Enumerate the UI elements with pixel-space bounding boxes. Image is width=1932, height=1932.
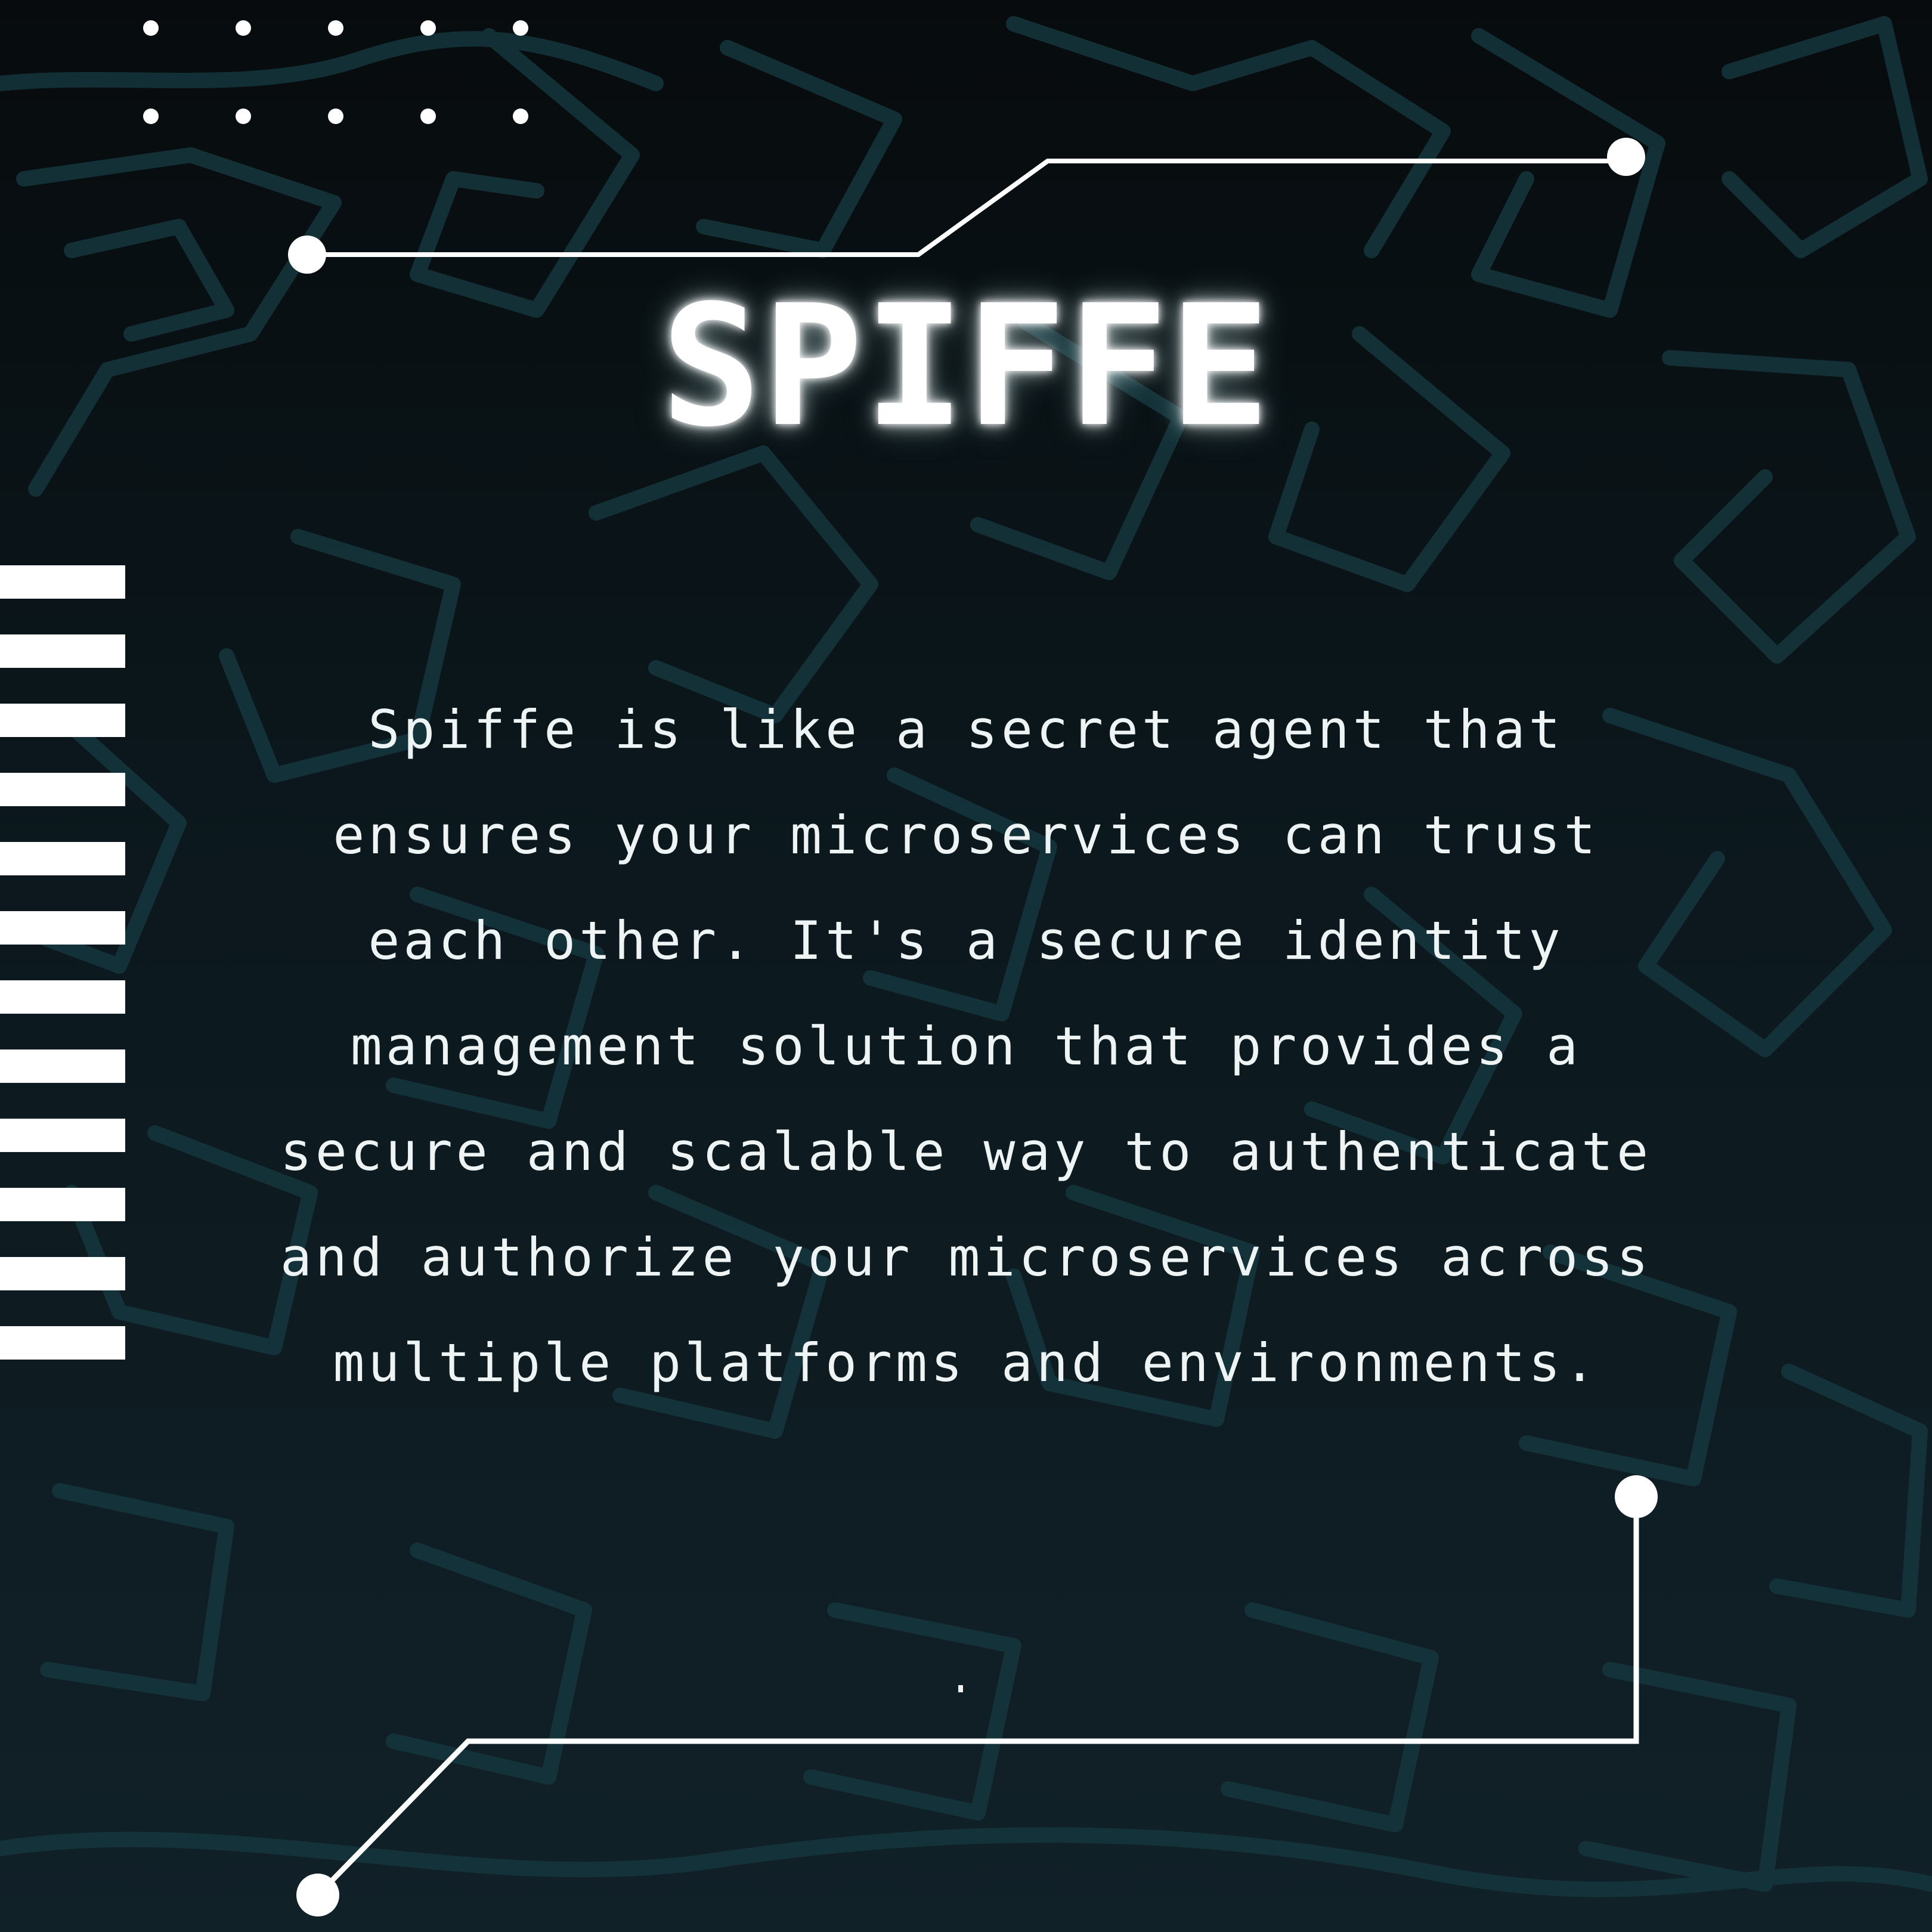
description-line: ensures your microservices can trust <box>333 804 1599 866</box>
circuit-line-bottom <box>296 1475 1658 1916</box>
description-line: secure and scalable way to authenticate <box>280 1121 1652 1182</box>
description-line: each other. It's a secure identity <box>368 910 1564 971</box>
page-title: SPIFFE <box>661 270 1271 464</box>
stray-dot-mark <box>958 1685 963 1692</box>
description-line: and authorize your microservices across <box>280 1227 1652 1288</box>
description-text: Spiffe is like a secret agent that ensur… <box>0 677 1932 1416</box>
description-line: multiple platforms and environments. <box>333 1332 1599 1394</box>
description-line: management solution that provides a <box>350 1015 1582 1077</box>
circuit-line-top <box>288 138 1645 274</box>
description-line: Spiffe is like a secret agent that <box>368 699 1564 760</box>
